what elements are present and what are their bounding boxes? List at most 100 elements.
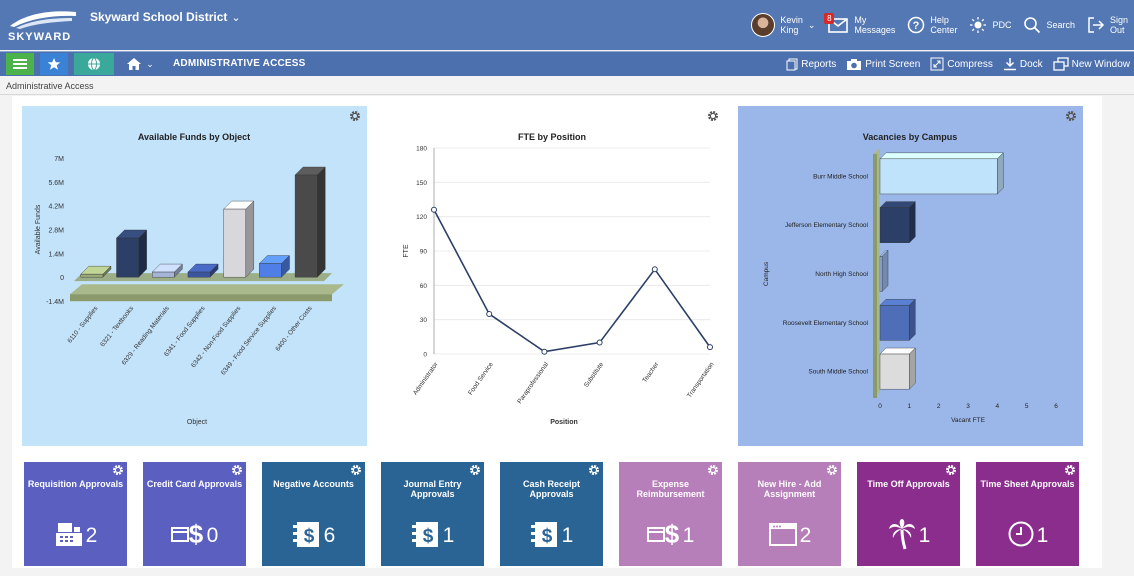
gear-icon[interactable] [349,110,361,122]
ledger-dollar-icon: $ [411,519,441,554]
help-icon: ? [907,16,925,34]
gear-icon[interactable] [707,110,719,122]
reports-label: Reports [801,58,837,70]
gear-icon[interactable] [1064,464,1076,476]
messages-icon: 8 [824,13,849,34]
gear-icon[interactable] [945,464,957,476]
home-button[interactable]: ⌄ [120,53,160,75]
bar [879,305,910,341]
sign-out-button[interactable]: Sign Out [1087,15,1128,35]
tile-expense-reimbursement[interactable]: Expense Reimbursement $1 [619,462,722,566]
tile-time-sheet-approvals[interactable]: Time Sheet Approvals 1 [976,462,1079,566]
data-point [651,266,658,273]
tile-title: New Hire - Add Assignment [757,479,822,499]
x-axis-label: Position [550,419,578,426]
tile-requisition-approvals[interactable]: Requisition Approvals 2 [24,462,127,566]
tile-cash-receipt-approvals[interactable]: Cash Receipt Approvals $1 [500,462,603,566]
search-icon [1023,16,1041,34]
skyward-logo[interactable]: SKYWARD [6,8,78,42]
bar [879,353,910,390]
tile-new-hire-add-assignment[interactable]: New Hire - Add Assignment 2 [738,462,841,566]
tile-title: Negative Accounts [273,479,354,489]
district-selector[interactable]: Skyward School District ⌄ [90,10,241,24]
pdc-label: PDC [992,20,1012,30]
bar-side [909,347,916,390]
pdc-button[interactable]: PDC [969,16,1011,34]
messages-label-1: My [854,15,867,25]
y-tick-label: North High School [815,271,868,278]
tile-time-off-approvals[interactable]: Time Off Approvals 1 [857,462,960,566]
gear-icon[interactable] [112,464,124,476]
sign-out-label-2: Out [1109,25,1125,35]
bar [294,174,318,278]
new-window-button[interactable]: New Window [1052,57,1130,71]
help-center-button[interactable]: ? Help Center [907,15,957,35]
vacancies-by-campus-chart: Vacancies by Campus Burr Middle School Jef… [738,106,1083,446]
gear-icon[interactable] [1065,110,1077,122]
gear-icon[interactable] [231,464,243,476]
tile-count: 1 [682,524,695,547]
compress-button[interactable]: Compress [930,57,993,71]
x-tick-label: 6400 - Other Costs [274,305,314,353]
x-tick-label: Substitute [583,361,606,389]
tile-title: Expense Reimbursement [636,479,705,499]
hamburger-icon [13,59,27,69]
bar-side [881,249,889,293]
camera-icon [847,58,862,70]
divider [0,94,1134,95]
tile-journal-entry-approvals[interactable]: Journal Entry Approvals $1 [381,462,484,566]
y-axis-label: FTE [403,244,410,258]
favorites-button[interactable] [40,53,68,75]
breadcrumb: Administrative Access [6,81,94,91]
chevron-down-icon: ⌄ [807,20,816,30]
gear-icon[interactable] [588,464,600,476]
y-tick-label: -1.4M [46,299,64,306]
menu-button[interactable] [6,53,34,75]
tile-title: Time Off Approvals [867,479,950,489]
y-axis-label: Available Funds [35,204,42,254]
new-window-label: New Window [1071,58,1130,70]
svg-text:$: $ [422,526,433,547]
y-tick-label: Burr Middle School [813,173,868,180]
x-tick-label: 6110 - Supplies [66,305,99,345]
nav-bar: ⌄ ADMINISTRATIVE ACCESS Reports Print Sc… [0,51,1134,76]
x-tick-label: Teacher [641,360,660,384]
chart-title: FTE by Position [518,132,586,142]
bar [879,158,998,195]
gear-icon[interactable] [707,464,719,476]
svg-text:$: $ [303,526,314,547]
compress-label: Compress [947,58,993,70]
y-tick-label: 0 [423,352,427,359]
bar-side [997,152,1004,195]
sign-out-icon [1087,16,1105,34]
bar-side [909,201,916,244]
bar-side [317,166,326,278]
dock-button[interactable]: Dock [1003,57,1043,71]
logo-text: SKYWARD [8,31,71,42]
tile-count: 2 [85,524,98,547]
y-tick-label: 7M [54,156,64,163]
tile-credit-card-approvals[interactable]: Credit Card Approvals $0 [143,462,246,566]
svg-text:$: $ [541,526,552,547]
tile-count: 6 [323,524,336,547]
gear-icon[interactable] [826,464,838,476]
tile-title: Journal Entry Approvals [403,479,462,499]
search-button[interactable]: Search [1023,16,1075,34]
help-label-1: Help [930,15,949,25]
x-tick-label: 1 [908,403,912,410]
globe-button[interactable] [74,53,114,75]
print-screen-button[interactable]: Print Screen [846,58,920,71]
x-tick-label: 6 [1054,403,1058,410]
data-point [541,348,548,355]
bar-side [245,200,254,278]
my-messages-button[interactable]: 8 My Messages [824,13,895,35]
gear-icon[interactable] [350,464,362,476]
user-menu[interactable]: Kevin King ⌄ [751,13,815,37]
reports-button[interactable]: Reports [786,58,836,71]
tile-negative-accounts[interactable]: Negative Accounts $6 [262,462,365,566]
gear-icon[interactable] [469,464,481,476]
tile-count: 1 [918,524,931,547]
y-tick-label: Roosevelt Elementary School [783,320,869,327]
star-icon [47,58,61,70]
axis-wall-front [873,154,877,398]
